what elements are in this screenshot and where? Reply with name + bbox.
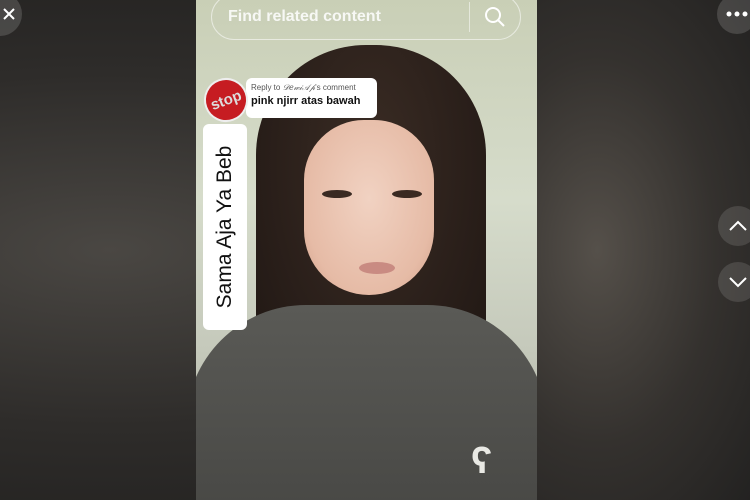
video-frame-eye <box>392 190 422 198</box>
video-frame-eye <box>322 190 352 198</box>
more-icon <box>726 11 748 17</box>
shirt-logo: ʕ <box>471 440 493 482</box>
chevron-down-icon <box>729 277 747 288</box>
video-player[interactable]: ʕ <box>196 0 537 500</box>
video-frame-lips <box>359 262 395 274</box>
search-bar[interactable]: Find related content <box>211 0 521 40</box>
reply-to-label: Reply to 𝒟𝑒𝓌𝒾𝒜𝓅's comment <box>251 83 356 92</box>
reply-comment-text: pink njirr atas bawah <box>251 95 361 107</box>
blurred-background-right <box>537 0 750 500</box>
search-button[interactable] <box>470 6 520 28</box>
close-icon <box>3 8 15 20</box>
chevron-up-icon <box>729 220 747 231</box>
reply-comment-sticker: Reply to 𝒟𝑒𝓌𝒾𝒜𝓅's comment pink njirr ata… <box>246 78 377 118</box>
vertical-caption: Sama Aja Ya Beb <box>203 124 247 330</box>
search-input[interactable]: Find related content <box>228 8 469 26</box>
next-video-button[interactable] <box>718 262 750 302</box>
search-icon <box>485 7 505 27</box>
previous-video-button[interactable] <box>718 206 750 246</box>
